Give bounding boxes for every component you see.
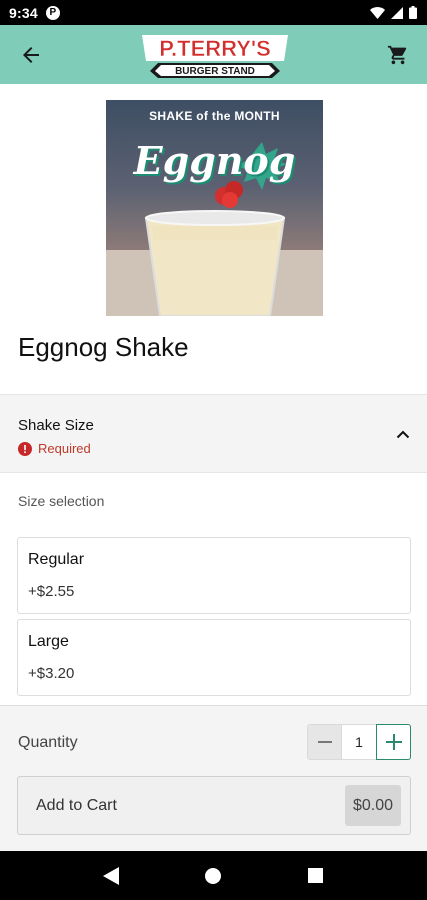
nav-back-button[interactable]: [91, 856, 131, 896]
signal-icon: [391, 6, 403, 19]
status-left: 9:34 P: [9, 5, 60, 21]
option-name: Large: [28, 633, 69, 650]
wifi-icon: [370, 6, 385, 19]
product-photo: [106, 142, 323, 316]
modifier-group-header[interactable]: Shake Size Required: [0, 394, 427, 473]
modifier-group-title: Shake Size: [18, 417, 94, 434]
system-nav-bar: [0, 851, 427, 900]
option-large[interactable]: Large +$3.20: [17, 619, 411, 696]
promo-title: Eggnog: [133, 138, 296, 183]
collapse-button[interactable]: [393, 424, 413, 444]
option-price: +$2.55: [28, 583, 75, 600]
product-image: SHAKE of the MONTH Eggnog: [106, 100, 323, 316]
option-name: Regular: [28, 551, 85, 568]
nav-recents-button[interactable]: [296, 856, 336, 896]
alert-icon: [18, 441, 32, 456]
status-time: 9:34: [9, 4, 38, 21]
status-bar: 9:34 P: [0, 0, 427, 25]
app-notification-icon: P: [45, 5, 60, 20]
quantity-stepper: 1: [307, 724, 411, 760]
chevron-up-icon: [396, 430, 410, 438]
cart-button[interactable]: [383, 40, 413, 70]
svg-text:P.TERRY'S: P.TERRY'S: [159, 36, 271, 61]
quantity-label: Quantity: [18, 734, 78, 751]
promo-subtitle: SHAKE of the MONTH: [149, 109, 280, 123]
quantity-value[interactable]: 1: [342, 724, 376, 760]
option-price: +$3.20: [28, 665, 75, 682]
square-recents-icon: [308, 868, 324, 883]
required-label: Required: [38, 441, 91, 456]
nav-home-button[interactable]: [193, 856, 233, 896]
app-header: P.TERRY'S BURGER STAND: [0, 25, 427, 84]
increment-button[interactable]: [376, 724, 411, 760]
cart-icon: [387, 45, 407, 64]
add-to-cart-label: Add to Cart: [36, 797, 117, 814]
add-to-cart-button[interactable]: Add to Cart $0.00: [17, 776, 411, 835]
battery-icon: [409, 6, 417, 19]
plus-icon: [385, 734, 402, 750]
back-button[interactable]: [16, 40, 46, 70]
product-detail-screen: 9:34 P P.TERRY'S BURGER STAND SHAKE of t…: [0, 0, 427, 900]
order-panel: Quantity 1 Add to Cart $0.00: [0, 705, 427, 851]
decrement-button[interactable]: [307, 724, 342, 760]
option-regular[interactable]: Regular +$2.55: [17, 537, 411, 614]
size-selection-label: Size selection: [18, 493, 105, 509]
status-right: [370, 6, 417, 19]
svg-text:BURGER STAND: BURGER STAND: [175, 66, 255, 77]
required-indicator: Required: [18, 441, 409, 456]
cart-total-badge: $0.00: [345, 785, 401, 826]
brand-logo: P.TERRY'S BURGER STAND: [142, 35, 288, 78]
arrow-left-icon: [23, 46, 39, 63]
circle-home-icon: [205, 867, 222, 884]
product-title: Eggnog Shake: [18, 332, 189, 362]
triangle-back-icon: [103, 866, 120, 885]
minus-icon: [317, 741, 332, 743]
